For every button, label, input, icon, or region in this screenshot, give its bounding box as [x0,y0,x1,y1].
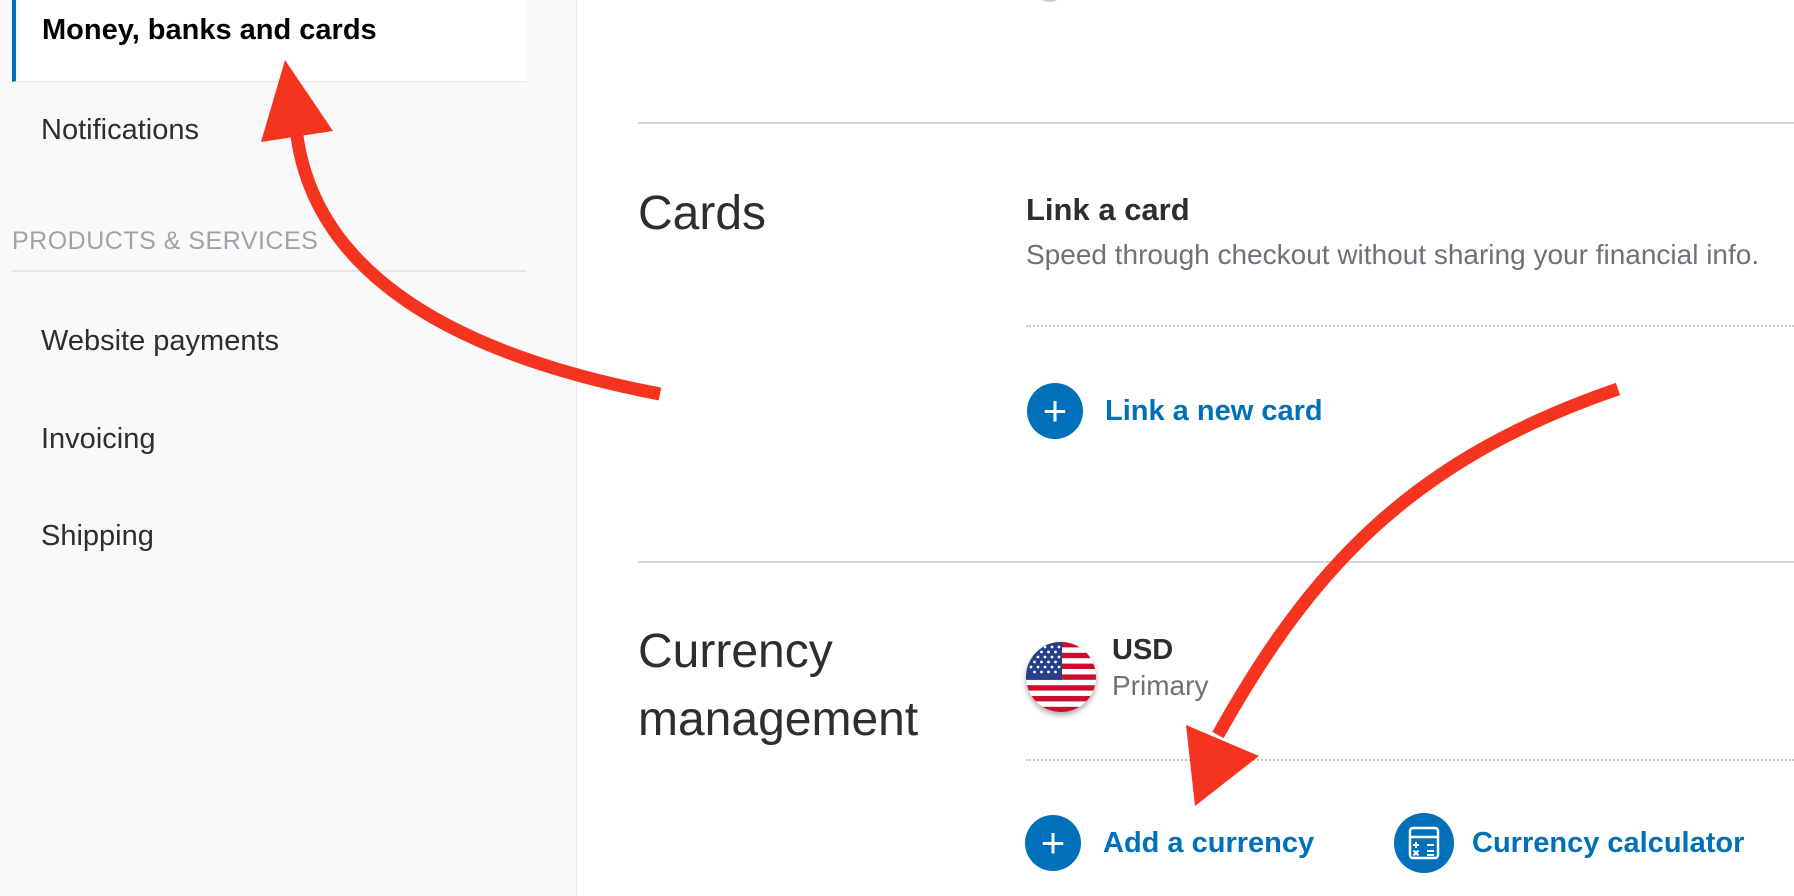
section-divider [638,561,1794,563]
sidebar-item-label: Money, banks and cards [42,14,377,46]
currency-title-line2: management [638,693,919,746]
add-currency-label: Add a currency [1103,826,1315,859]
sidebar-item-shipping[interactable]: Shipping [41,520,154,553]
link-new-card-label: Link a new card [1105,394,1323,427]
us-flag-icon [1026,642,1096,712]
dotted-divider [1026,325,1794,327]
currency-status: Primary [1112,670,1209,701]
sidebar-item-invoicing[interactable]: Invoicing [41,423,155,456]
plus-icon: + [1025,815,1081,871]
section-divider [638,122,1794,124]
plus-icon: + [1027,383,1083,439]
sidebar: Money, banks and cards Notifications PRO… [0,0,577,896]
sidebar-item-notifications[interactable]: Notifications [41,114,199,147]
calculator-icon [1394,813,1454,873]
currency-calculator-label: Currency calculator [1472,826,1745,859]
add-currency-button[interactable]: + Add a currency [1025,815,1314,871]
arrow-to-add-currency [1186,382,1621,806]
sidebar-section-label: PRODUCTS & SERVICES [12,227,319,255]
currency-section-title: Currency management [638,618,918,754]
sidebar-item-money-banks-cards[interactable]: Money, banks and cards [12,0,526,82]
page: Money, banks and cards Notifications PRO… [0,0,1794,896]
link-card-description: Speed through checkout without sharing y… [1026,239,1760,270]
currency-code: USD [1112,634,1174,666]
cards-section-title: Cards [638,187,767,240]
sidebar-item-website-payments[interactable]: Website payments [41,325,279,358]
link-card-heading: Link a card [1026,192,1190,227]
sidebar-section-divider [12,270,526,272]
currency-title-line1: Currency [638,625,833,678]
currency-calculator-button[interactable]: Currency calculator [1394,813,1744,873]
dotted-divider [1026,759,1794,761]
partial-avatar-edge [1035,0,1065,2]
link-new-card-button[interactable]: + Link a new card [1027,383,1323,439]
